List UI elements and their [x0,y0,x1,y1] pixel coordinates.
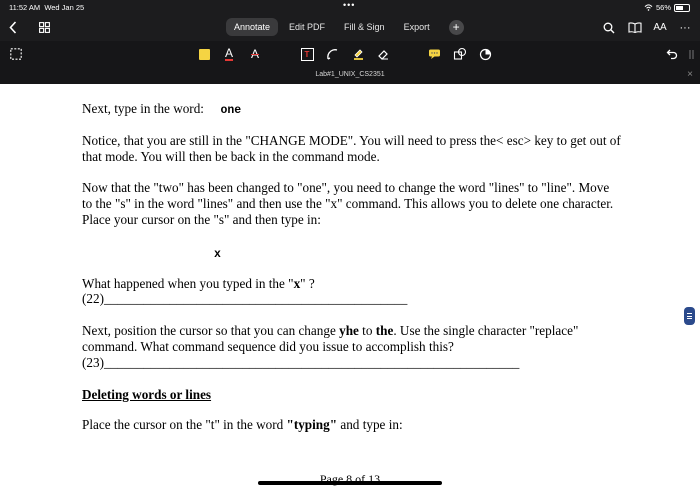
book-icon[interactable] [627,14,643,41]
section-heading: Deleting words or lines [82,387,212,402]
strikethrough-tool[interactable]: A [247,45,263,63]
grid-icon[interactable] [37,14,51,41]
text-color-icon: A [224,45,233,61]
eraser-tool-icon[interactable] [375,45,391,63]
file-name: Lab#1_UNIX_CS2351 [315,71,385,78]
text-size-icon[interactable]: AA [652,14,668,41]
paragraph-lines: Now that the "two" has been changed to "… [82,180,617,227]
undo-icon[interactable] [664,45,680,63]
question-23: Next, position the cursor so that you ca… [82,323,582,354]
note-tool[interactable] [196,45,212,63]
back-chevron-icon[interactable] [7,14,19,41]
annotation-toolbar: A A T [0,41,700,67]
tab-edit-pdf[interactable]: Edit PDF [281,18,333,36]
status-right: 56% [644,3,690,12]
top-toolbar: Annotate Edit PDF Fill & Sign Export + A… [0,14,700,41]
wifi-icon [644,4,653,11]
tab-fill-sign[interactable]: Fill & Sign [336,18,393,36]
pen-tool-icon[interactable] [324,45,340,63]
tab-annotate[interactable]: Annotate [226,18,279,36]
battery-icon [674,3,690,12]
comment-tool-icon[interactable] [426,45,442,63]
textbox-tool[interactable]: T [299,45,315,63]
scroll-handle[interactable] [684,307,695,325]
pdf-page[interactable]: Next, type in the word: one Notice, that… [0,84,700,489]
answer-line-22[interactable]: (22)____________________________________… [82,291,622,307]
answer-line-23[interactable]: (23)____________________________________… [82,355,622,371]
home-indicator[interactable] [258,481,442,485]
status-time: 11:52 AM Wed Jan 25 [9,3,85,12]
tab-export[interactable]: Export [396,18,438,36]
mode-tabs: Annotate Edit PDF Fill & Sign Export + [226,18,464,36]
paragraph-place-cursor: Place the cursor on the "t" in the word … [82,417,403,432]
textbox-icon: T [300,47,314,61]
add-button[interactable]: + [448,19,464,35]
file-tab-bar: Lab#1_UNIX_CS2351 × [0,67,700,84]
status-bar: 11:52 AM Wed Jan 25 ••• 56% [0,0,700,14]
command-one: one [220,104,242,117]
question-22: What happened when you typed in the "x" … [82,276,315,291]
text-color-tool[interactable]: A [221,45,237,63]
close-file-icon[interactable]: × [687,69,693,80]
command-x: x [214,248,221,261]
select-tool-icon[interactable] [9,45,23,63]
toolbar-grip-icon[interactable] [687,45,695,63]
strikethrough-icon: A [250,47,259,61]
sticky-note-icon [198,48,210,60]
shapes-tool-icon[interactable] [452,45,468,63]
more-icon[interactable]: ··· [678,14,692,41]
timer-tool-icon[interactable] [477,45,493,63]
battery-percent: 56% [655,3,671,12]
search-icon[interactable] [602,14,616,41]
multitask-dots[interactable]: ••• [343,0,355,10]
paragraph-change-mode: Notice, that you are still in the "CHANG… [82,133,625,164]
highlighter-tool-icon[interactable] [350,45,366,63]
paragraph-type-word: Next, type in the word: one [82,101,242,117]
